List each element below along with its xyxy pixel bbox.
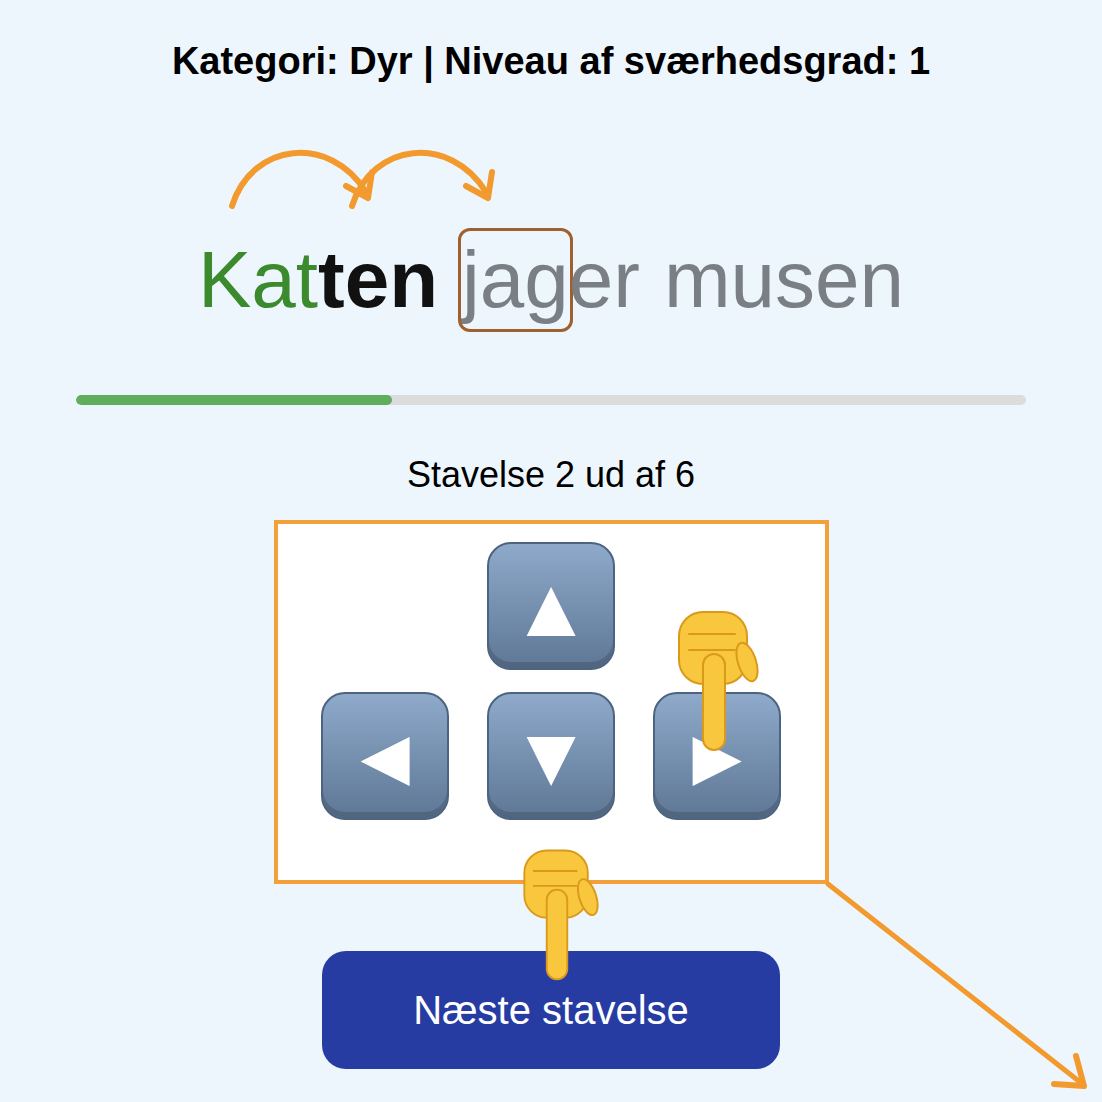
word: musen [664, 232, 904, 328]
arrow-key[interactable]: ◀ [321, 692, 449, 820]
syllable: er [569, 235, 640, 324]
syllable: sen [775, 235, 904, 324]
arrow-keys-panel: ▲ ◀ ▼ ▶ [274, 520, 829, 884]
key-glyph: ▲ [526, 574, 575, 638]
progress-fill [76, 395, 392, 405]
syllable-frame: jag [462, 232, 569, 328]
curved-arrow-icon [226, 134, 386, 210]
pointing-hand-icon [512, 843, 602, 983]
page: Kategori: Dyr | Niveau af sværhedsgrad: … [0, 0, 1102, 1102]
diagonal-arrow-icon [822, 878, 1094, 1094]
syllable-frame: mu [664, 232, 775, 328]
next-syllable-button[interactable]: Næste stavelse [322, 951, 780, 1069]
button-label: Næste stavelse [413, 988, 689, 1032]
key-glyph: ▼ [526, 724, 575, 788]
pointing-hand-icon [669, 604, 759, 754]
key-glyph: ▶ [692, 724, 741, 788]
page-title: Kategori: Dyr | Niveau af sværhedsgrad: … [172, 38, 930, 84]
syllable: jag [462, 235, 569, 324]
key-glyph: ◀ [360, 724, 409, 788]
arrow-key[interactable]: ▶ [653, 692, 781, 820]
arrow-key[interactable]: ▲ [487, 542, 615, 670]
word: Katten [198, 232, 438, 328]
syllable: Kat [198, 235, 318, 324]
word: jager [462, 232, 640, 328]
progress-track [76, 395, 1026, 405]
syllable: mu [664, 235, 775, 324]
arrow-key[interactable]: ▼ [487, 692, 615, 820]
syllable-frame: ten [318, 232, 438, 328]
curved-arrow-icon [346, 134, 506, 210]
syllable-frame: sen [775, 232, 904, 328]
syllable-counter: Stavelse 2 ud af 6 [407, 453, 695, 497]
arrow-keys-grid: ▲ ◀ ▼ ▶ [278, 542, 825, 820]
syllable-frame: er [569, 232, 640, 328]
syllable-frame: Kat [198, 232, 318, 328]
sentence: Kattenjagermusen [198, 232, 904, 328]
syllable: ten [318, 235, 438, 324]
